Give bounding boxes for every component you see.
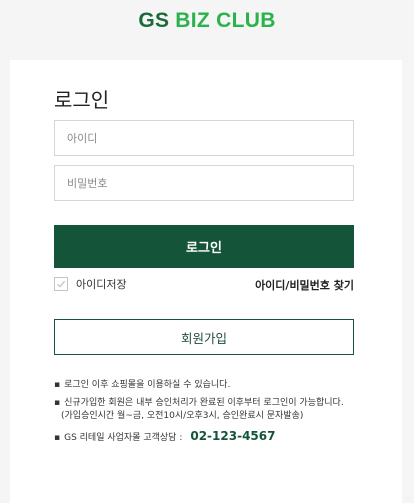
logo-biz-club: BIZ CLUB	[175, 9, 276, 32]
notice-text: 신규가입한 회원은 내부 승인처리가 완료된 이후부터 로그인이 가능합니다.	[64, 398, 344, 408]
contact-label: GS 리테일 사업자몰 고객상담 :	[64, 433, 183, 443]
logo: GS BIZ CLUB	[0, 8, 414, 34]
bullet-icon: ▪	[54, 398, 61, 408]
logo-gs: GS	[138, 9, 170, 32]
login-button[interactable]: 로그인	[54, 225, 354, 268]
notice-text: 로그인 이후 쇼핑몰을 이용하실 수 있습니다.	[64, 380, 231, 390]
find-id-password-link[interactable]: 아이디/비밀번호 찾기	[255, 277, 354, 293]
bullet-icon: ▪	[54, 433, 61, 443]
bullet-icon: ▪	[54, 380, 61, 390]
notice-subtext: (가입승인시간 월~금, 오전10시/오후3시, 승인완료시 문자발송)	[61, 411, 304, 421]
page-title: 로그인	[54, 88, 110, 112]
password-input[interactable]	[54, 165, 354, 201]
username-input[interactable]	[54, 120, 354, 156]
remember-id-label: 아이디저장	[76, 278, 127, 291]
join-button[interactable]: 회원가입	[54, 319, 354, 355]
notice-approval-info: ▪ 신규가입한 회원은 내부 승인처리가 완료된 이후부터 로그인이 가능합니다.…	[54, 397, 374, 423]
notice-contact: ▪ GS 리테일 사업자몰 고객상담 : 02-123-4567	[54, 430, 374, 445]
checkmark-icon	[57, 280, 66, 288]
notice-login-info: ▪ 로그인 이후 쇼핑몰을 이용하실 수 있습니다.	[54, 379, 374, 392]
remember-id-checkbox[interactable]: 아이디저장	[54, 276, 127, 292]
login-card: 로그인 로그인 아이디저장 아이디/비밀번호 찾기 회원가입 ▪로그인 이후 쇼…	[10, 60, 402, 503]
contact-phone: 02-123-4567	[190, 429, 276, 443]
checkbox-icon[interactable]	[54, 277, 68, 291]
